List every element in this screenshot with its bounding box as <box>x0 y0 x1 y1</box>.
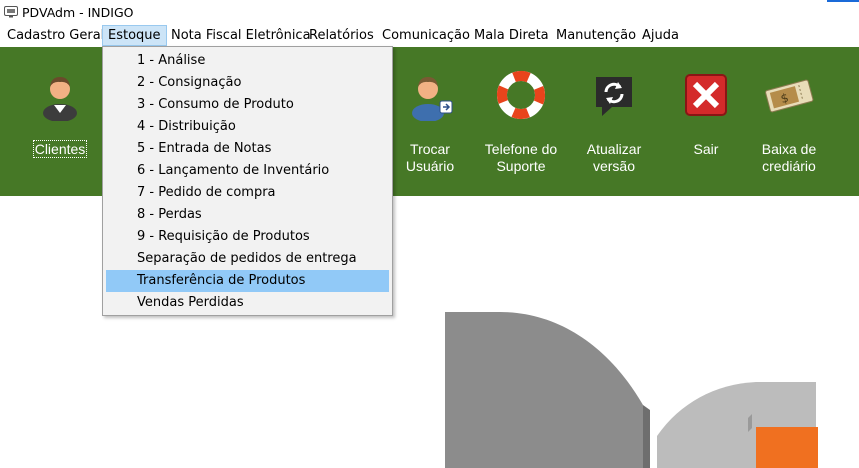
menu-item-perdas[interactable]: 8 - Perdas <box>106 204 389 226</box>
menu-bar: Cadastro Geral Estoque Nota Fiscal Eletr… <box>0 25 859 47</box>
lifebuoy-icon <box>497 71 545 119</box>
sair-button[interactable]: Sair <box>666 47 746 196</box>
update-icon <box>596 77 632 116</box>
menu-item-transferencia-produtos[interactable]: Transferência de Produtos <box>106 270 389 292</box>
sair-label: Sair <box>693 141 719 157</box>
window-title: PDVAdm - INDIGO <box>22 5 134 20</box>
menu-item-pedido-compra[interactable]: 7 - Pedido de compra <box>106 182 389 204</box>
telefone-suporte-button[interactable]: Telefone do Suporte <box>473 47 569 196</box>
atualizar-versao-button[interactable]: Atualizar versão <box>572 47 656 196</box>
menu-item-lancamento-inventario[interactable]: 6 - Lançamento de Inventário <box>106 160 389 182</box>
menu-comunicacao[interactable]: Comunicação <box>377 25 475 46</box>
estoque-dropdown: 1 - Análise 2 - Consignação 3 - Consumo … <box>102 46 393 316</box>
menu-nota-fiscal[interactable]: Nota Fiscal Eletrônica <box>166 25 316 46</box>
menu-estoque[interactable]: Estoque <box>102 25 167 46</box>
trocar-usuario-button[interactable]: Trocar Usuário <box>385 47 475 196</box>
clientes-button[interactable]: Clientes <box>15 47 105 196</box>
menu-item-distribuicao[interactable]: 4 - Distribuição <box>106 116 389 138</box>
menu-ajuda[interactable]: Ajuda <box>637 25 684 46</box>
baixa-crediario-label: Baixa de crediário <box>761 141 817 174</box>
menu-item-requisicao-produtos[interactable]: 9 - Requisição de Produtos <box>106 226 389 248</box>
exit-icon <box>685 74 727 116</box>
title-bar-accent <box>827 0 859 2</box>
menu-item-consignacao[interactable]: 2 - Consignação <box>106 72 389 94</box>
menu-cadastro-geral[interactable]: Cadastro Geral <box>2 25 109 46</box>
switch-user-icon <box>412 77 453 121</box>
baixa-crediario-button[interactable]: $ Baixa de crediário <box>744 47 834 196</box>
menu-item-analise[interactable]: 1 - Análise <box>106 50 389 72</box>
user-icon <box>43 77 77 121</box>
indigo-logo <box>445 312 818 468</box>
menu-item-consumo-produto[interactable]: 3 - Consumo de Produto <box>106 94 389 116</box>
menu-item-separacao-pedidos[interactable]: Separação de pedidos de entrega <box>106 248 389 270</box>
menu-item-entrada-notas[interactable]: 5 - Entrada de Notas <box>106 138 389 160</box>
telefone-suporte-label: Telefone do Suporte <box>484 141 558 174</box>
menu-item-vendas-perdidas[interactable]: Vendas Perdidas <box>106 292 389 314</box>
app-monitor-icon <box>4 6 18 18</box>
money-ticket-icon: $ <box>765 79 814 113</box>
atualizar-versao-label: Atualizar versão <box>586 141 642 174</box>
clientes-label: Clientes <box>32 140 88 158</box>
menu-mala-direta[interactable]: Mala Direta <box>469 25 554 46</box>
trocar-usuario-label: Trocar Usuário <box>405 141 455 174</box>
menu-relatorios[interactable]: Relatórios <box>304 25 379 46</box>
menu-manutencao[interactable]: Manutenção <box>551 25 641 46</box>
title-bar: PDVAdm - INDIGO <box>0 0 859 25</box>
